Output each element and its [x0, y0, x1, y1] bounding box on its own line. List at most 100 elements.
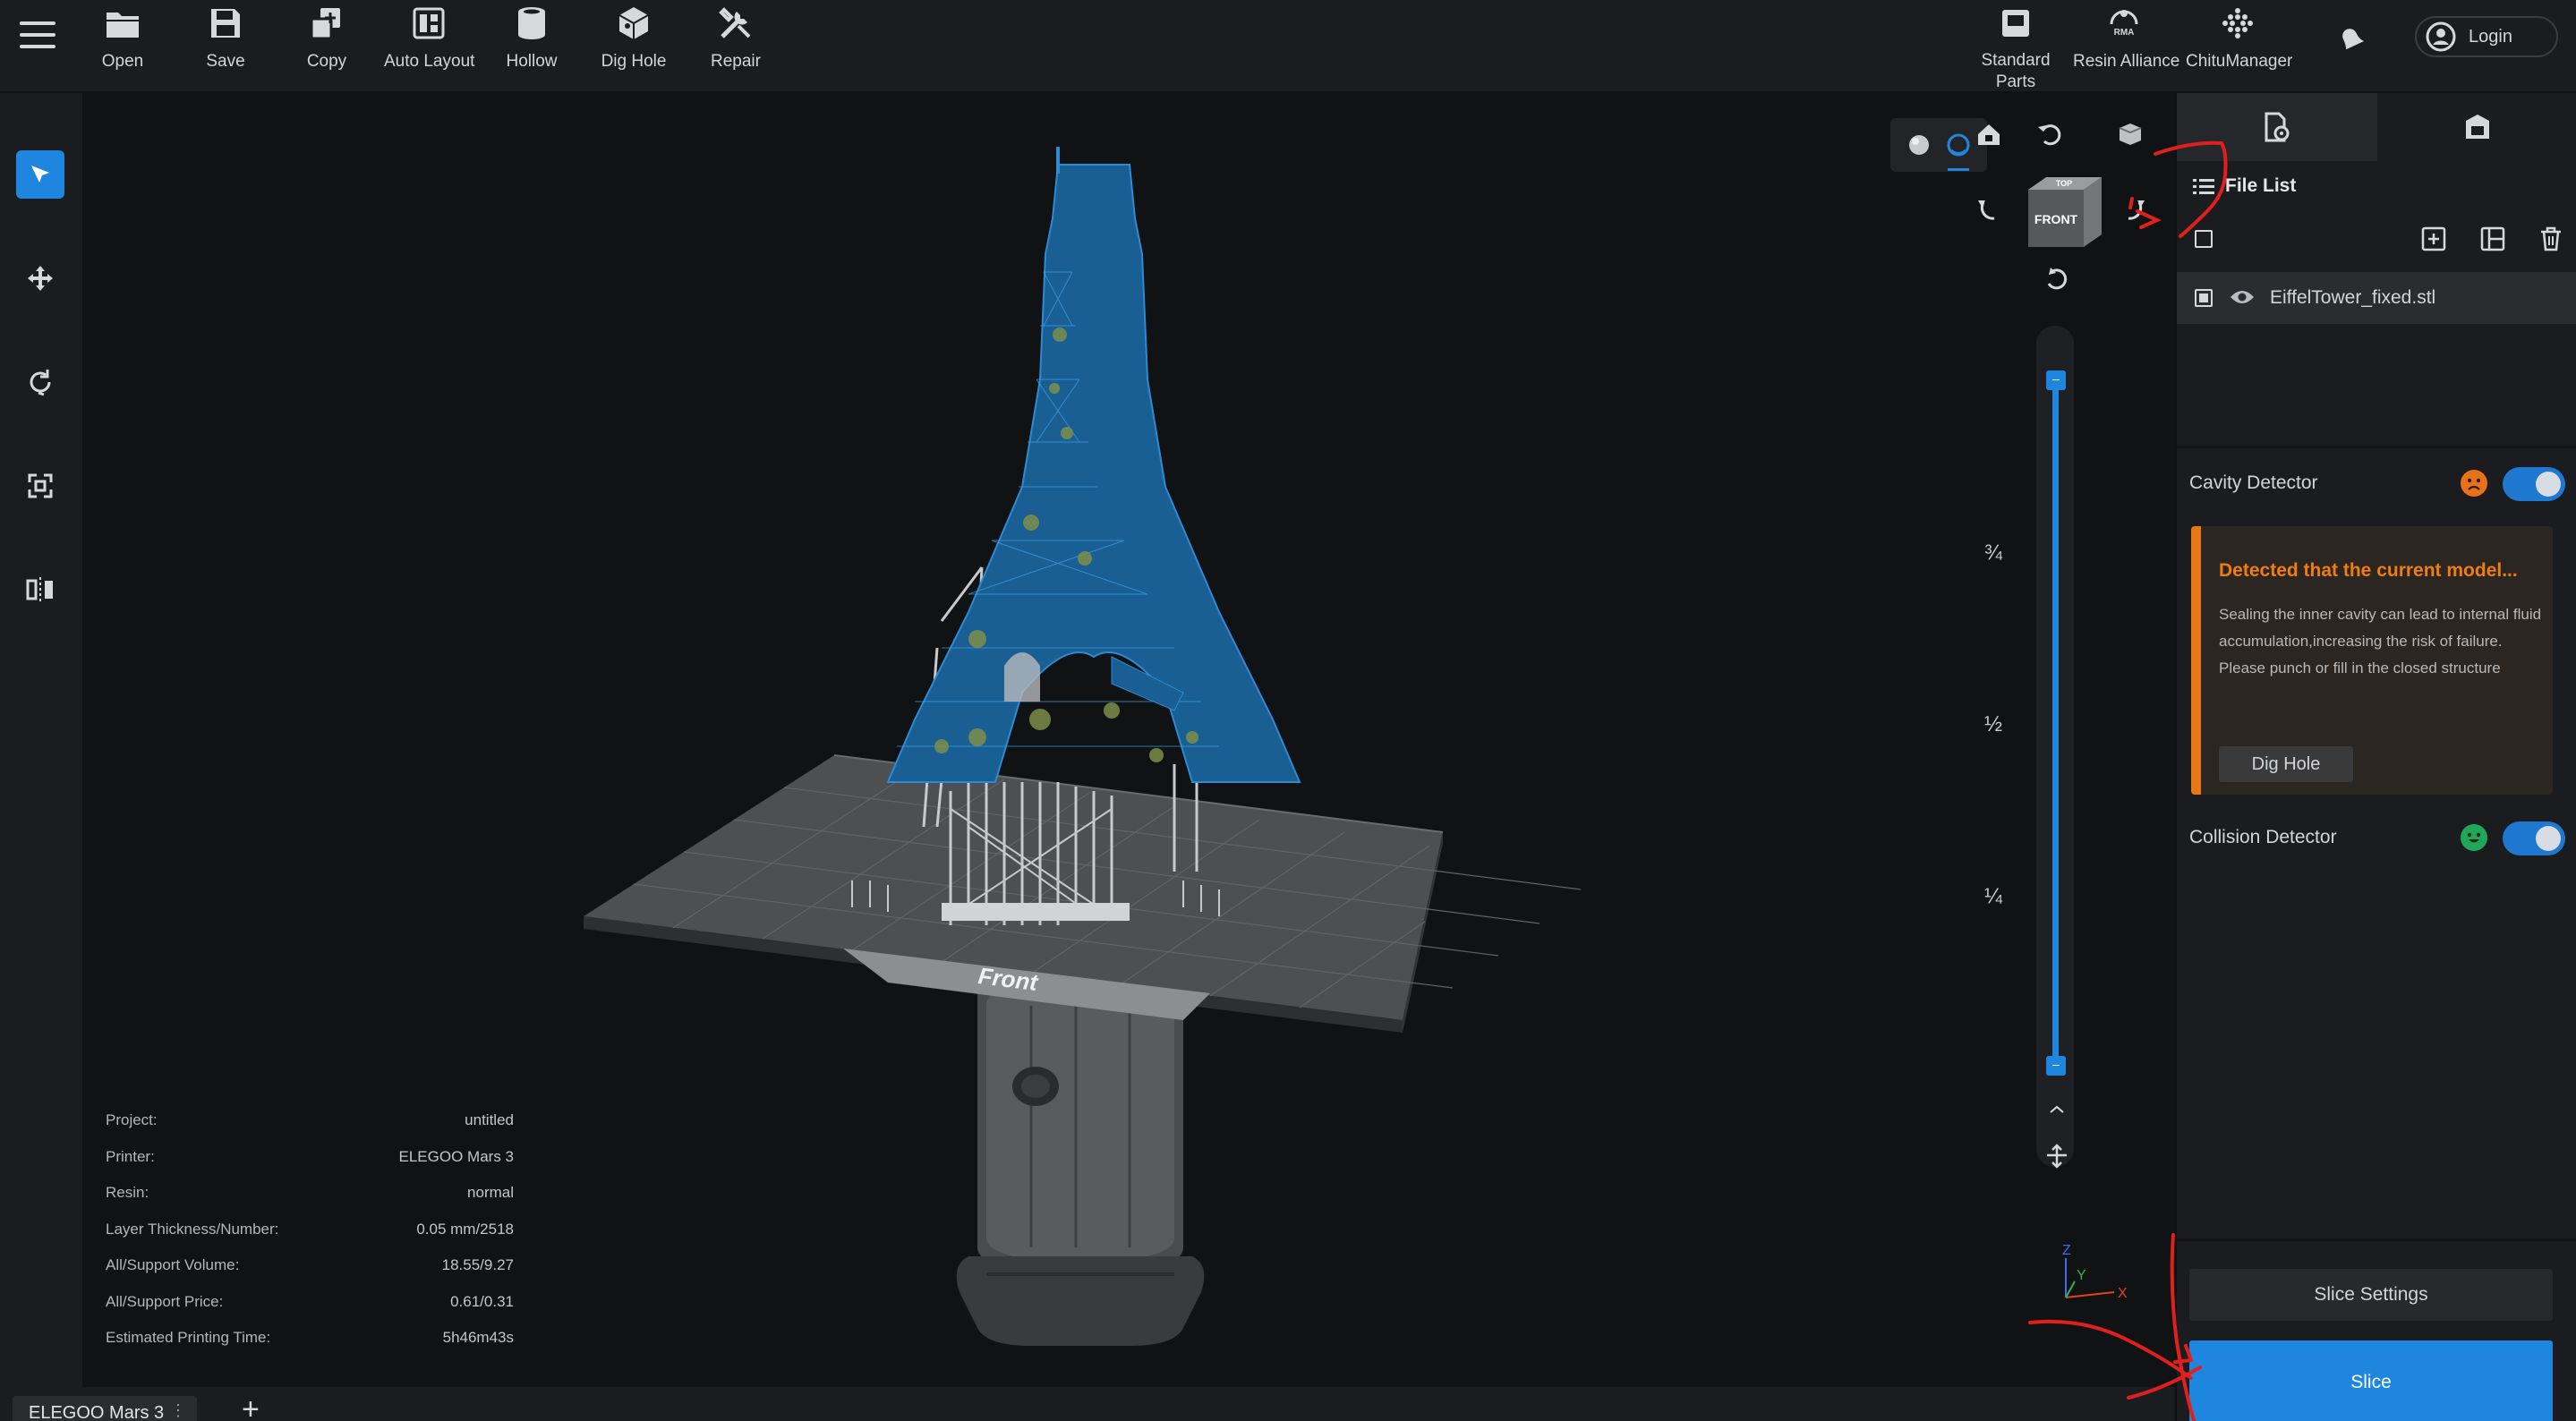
info-value: 0.61/0.31: [450, 1292, 514, 1310]
chitu-manager-button[interactable]: ChituManager: [2186, 0, 2292, 93]
info-row: All/Support Volume: 18.55/9.27: [106, 1256, 514, 1293]
slice-button[interactable]: Slice: [2189, 1340, 2553, 1421]
info-row: Project: untitled: [106, 1111, 514, 1148]
file-name: EiffelTower_fixed.stl: [2270, 287, 2436, 308]
axis-y-label: Y: [2077, 1268, 2086, 1283]
save-button[interactable]: Save: [199, 0, 252, 93]
orbit-left-icon: [1978, 200, 1995, 220]
3d-viewport[interactable]: Front FRONT TOP – – ¾ ½ ¼ Z Y X Project:…: [82, 93, 2175, 1387]
select-icon: [31, 166, 49, 183]
sphere-icon: [1909, 135, 1929, 155]
info-key: Project:: [106, 1111, 158, 1128]
auto-layout-icon: [409, 4, 448, 43]
printer-base: [956, 961, 1205, 1346]
info-key: All/Support Price:: [106, 1292, 224, 1310]
rotate-icon: [30, 370, 51, 396]
slice-settings-button[interactable]: Slice Settings: [2189, 1269, 2553, 1321]
file-list-toolbar: [2177, 218, 2576, 263]
layer-slider-bottom-handle[interactable]: –: [2046, 1056, 2066, 1076]
repair-icon: [716, 4, 755, 43]
printer-tab-label: ELEGOO Mars 3: [29, 1403, 165, 1421]
dig-hole-action-button[interactable]: Dig Hole: [2219, 746, 2353, 782]
info-key: Estimated Printing Time:: [106, 1329, 271, 1346]
standard-label: Standard: [1981, 51, 2051, 70]
orbit-right-button[interactable]: [2116, 190, 2155, 229]
slider-down-arrow[interactable]: [2037, 1090, 2077, 1129]
printer-tab[interactable]: ELEGOO Mars 3 ⋮: [13, 1396, 197, 1421]
layer-reset-icon: [2047, 1144, 2067, 1169]
hollow-button[interactable]: Hollow: [503, 0, 560, 93]
cavity-detector-row: Cavity Detector: [2189, 465, 2565, 501]
collision-detector-label: Collision Detector: [2189, 827, 2337, 847]
tab-menu-icon[interactable]: ⋮: [170, 1401, 186, 1420]
eye-icon: [2231, 291, 2254, 303]
trash-icon: [2541, 226, 2561, 251]
home-view-button[interactable]: [1969, 115, 2009, 154]
sad-face-icon: [2461, 470, 2487, 497]
slider-reset-button[interactable]: [2037, 1136, 2077, 1176]
tab-model-settings[interactable]: [2177, 93, 2377, 161]
layer-slider-top-handle[interactable]: –: [2046, 370, 2066, 390]
home-icon: [1978, 124, 2000, 145]
active-indicator: [1948, 168, 1969, 171]
solid-render-button[interactable]: [1903, 129, 1935, 161]
cavity-warning-card: Detected that the current model... Seali…: [2191, 526, 2553, 795]
tab-printer[interactable]: [2377, 93, 2576, 161]
select-tool-button[interactable]: [16, 150, 64, 199]
login-label: Login: [2469, 26, 2512, 47]
move-icon: [28, 266, 53, 291]
add-file-button[interactable]: [2420, 225, 2447, 257]
copy-button[interactable]: Copy: [300, 0, 354, 93]
layer-slider[interactable]: – –: [2036, 326, 2074, 1167]
standard-parts-button[interactable]: Standard Parts: [1980, 0, 2051, 93]
standard-parts-icon: [1996, 4, 2035, 43]
info-value: 0.05 mm/2518: [416, 1220, 514, 1238]
hollow-icon: [512, 4, 551, 43]
open-button[interactable]: Open: [96, 0, 149, 93]
info-value: untitled: [465, 1111, 514, 1128]
file-list-item[interactable]: EiffelTower_fixed.stl: [2177, 272, 2576, 324]
add-file-icon: [2421, 226, 2446, 251]
orbit-down-button[interactable]: [2037, 260, 2077, 299]
info-row: All/Support Price: 0.61/0.31: [106, 1293, 514, 1330]
mirror-tool-button[interactable]: [16, 566, 64, 614]
add-tab-button[interactable]: +: [242, 1392, 260, 1421]
right-panel: File List EiffelTower_fixed.stl Cavity D…: [2175, 93, 2576, 1421]
arrange-button[interactable]: [2479, 225, 2506, 257]
resin-alliance-button[interactable]: RMA Resin Alliance: [2073, 0, 2179, 93]
layer-slider-fill: [2052, 381, 2059, 1067]
notification-bell-icon[interactable]: [2333, 20, 2368, 55]
perspective-toggle-button[interactable]: [2111, 115, 2150, 154]
info-value: normal: [467, 1184, 514, 1201]
scale-tool-button[interactable]: [16, 462, 64, 510]
collision-detector-toggle[interactable]: [2503, 821, 2565, 855]
list-icon: [2193, 179, 2214, 194]
mirror-icon: [26, 577, 53, 602]
menu-icon[interactable]: [20, 21, 55, 52]
dig-hole-icon: [614, 4, 653, 43]
select-all-checkbox[interactable]: [2195, 230, 2213, 248]
file-checkbox[interactable]: [2195, 289, 2213, 307]
view-cube[interactable]: FRONT TOP: [2017, 170, 2116, 260]
delete-file-button[interactable]: [2538, 225, 2563, 257]
orbit-left-button[interactable]: [1967, 190, 2007, 229]
rotate-tool-button[interactable]: [16, 358, 64, 406]
panel-tabs: [2177, 93, 2576, 161]
move-tool-button[interactable]: [16, 254, 64, 302]
info-key: Printer:: [106, 1147, 155, 1165]
visibility-toggle[interactable]: [2229, 286, 2256, 312]
info-row: Printer: ELEGOO Mars 3: [106, 1148, 514, 1185]
info-value: 18.55/9.27: [441, 1256, 514, 1273]
rotate-left-icon: [2038, 124, 2061, 146]
dig-hole-button[interactable]: Dig Hole: [598, 0, 670, 93]
warning-title: Detected that the current model...: [2219, 560, 2518, 581]
repair-button[interactable]: Repair: [707, 0, 764, 93]
info-key: All/Support Volume:: [106, 1256, 240, 1273]
undo-view-button[interactable]: [2030, 115, 2069, 154]
eiffel-tower-model: [886, 147, 1301, 783]
cavity-detector-toggle[interactable]: [2503, 467, 2565, 501]
login-button[interactable]: Login: [2415, 16, 2558, 57]
build-plate: Front: [584, 754, 1582, 1033]
file-list-title: File List: [2193, 175, 2296, 197]
auto-layout-button[interactable]: Auto Layout: [384, 0, 474, 93]
